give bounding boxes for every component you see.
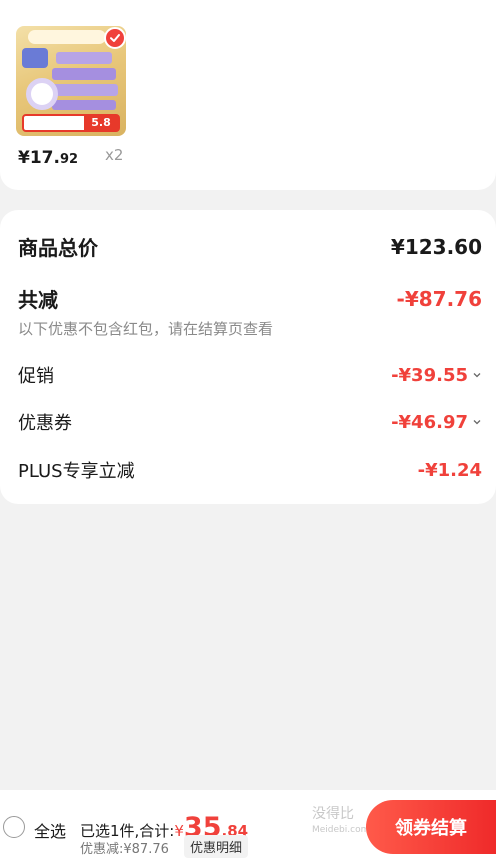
quantity: x2 bbox=[105, 146, 124, 164]
promo-row[interactable]: 促销 -¥39.55 bbox=[18, 362, 482, 388]
reduce-value: -¥87.76 bbox=[396, 286, 482, 311]
discount-summary: 优惠减:¥87.76 bbox=[80, 842, 169, 857]
total-label: 商品总价 bbox=[18, 236, 98, 260]
thumbnail-price-tag: 5.8 bbox=[84, 116, 118, 130]
chevron-down-icon[interactable] bbox=[472, 370, 482, 380]
promo-value: -¥39.55 bbox=[391, 364, 468, 386]
thumbnail-roll bbox=[26, 78, 58, 110]
select-all-label[interactable]: 全选 bbox=[34, 818, 66, 842]
watermark-logo: 没得比 Meidebi.com bbox=[312, 806, 369, 838]
plus-label: PLUS专享立减 bbox=[18, 461, 135, 482]
promo-value-wrap: -¥39.55 bbox=[391, 365, 482, 386]
thumbnail-pack bbox=[52, 68, 116, 80]
select-all-radio[interactable] bbox=[3, 816, 25, 838]
watermark-text: 没得比 bbox=[312, 806, 354, 822]
coupon-value: -¥46.97 bbox=[391, 411, 468, 433]
unit-price: ¥17.92 bbox=[18, 148, 78, 168]
selected-check-icon[interactable] bbox=[104, 27, 126, 49]
promo-label: 促销 bbox=[18, 366, 54, 387]
total-row: 商品总价 ¥123.60 bbox=[18, 232, 482, 261]
plus-row: PLUS专享立减 -¥1.24 bbox=[18, 457, 482, 483]
unit-price-dec: 92 bbox=[59, 152, 79, 167]
reduce-label: 共减 bbox=[18, 288, 58, 312]
total-currency: ¥ bbox=[174, 822, 184, 840]
product-thumbnail[interactable]: 5.8 bbox=[16, 26, 126, 136]
unit-price-int: ¥17. bbox=[18, 148, 60, 168]
product-card: 5.8 ¥17.92 x2 bbox=[0, 0, 496, 190]
reduce-row: 共减 -¥87.76 bbox=[18, 284, 482, 313]
coupon-label: 优惠券 bbox=[18, 413, 72, 434]
discount-note: 以下优惠不包含红包，请在结算页查看 bbox=[18, 320, 274, 338]
thumbnail-banner bbox=[28, 30, 106, 44]
thumbnail-pack bbox=[56, 52, 112, 64]
thumbnail-pack bbox=[52, 100, 116, 110]
checkout-bar: 全选 已选1件,合计:¥35.84 优惠减:¥87.76 优惠明细 没得比 Me… bbox=[0, 790, 496, 859]
total-value: ¥123.60 bbox=[390, 234, 482, 259]
coupon-row[interactable]: 优惠券 -¥46.97 bbox=[18, 409, 482, 435]
chevron-down-icon[interactable] bbox=[472, 417, 482, 427]
plus-value: -¥1.24 bbox=[417, 459, 482, 481]
coupon-value-wrap: -¥46.97 bbox=[391, 412, 482, 433]
thumbnail-pack bbox=[48, 84, 118, 96]
thumbnail-price-bar: 5.8 bbox=[22, 114, 120, 132]
watermark-sub: Meidebi.com bbox=[312, 825, 370, 835]
thumbnail-badge bbox=[22, 48, 48, 68]
discount-detail-button[interactable]: 优惠明细 bbox=[184, 835, 249, 858]
checkout-button[interactable]: 领券结算 bbox=[366, 800, 496, 854]
